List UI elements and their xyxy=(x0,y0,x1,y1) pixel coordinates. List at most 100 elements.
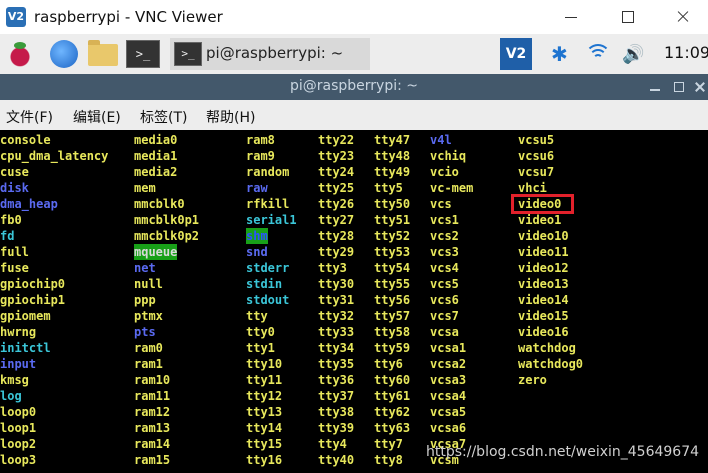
terminal-maximize-button[interactable] xyxy=(672,80,686,94)
device-entry: tty0 xyxy=(246,325,275,339)
device-entry: tty15 xyxy=(246,437,283,451)
device-entry: console xyxy=(0,133,51,147)
device-entry: tty33 xyxy=(318,325,355,339)
device-entry: tty4 xyxy=(318,437,347,451)
device-entry: video11 xyxy=(518,245,569,259)
vnc-logo-icon: V2 xyxy=(6,7,26,27)
device-entry: vc-mem xyxy=(430,181,474,195)
device-entry: fd xyxy=(0,229,15,243)
device-entry: vchiq xyxy=(430,149,467,163)
device-entry: vcs6 xyxy=(430,293,459,307)
device-entry: mmcblk0p2 xyxy=(134,229,200,243)
file-manager-icon[interactable] xyxy=(88,40,118,66)
clock[interactable]: 11:09 xyxy=(664,43,708,62)
device-entry: tty62 xyxy=(374,405,411,419)
device-entry: tty36 xyxy=(318,373,355,387)
device-entry: dma_heap xyxy=(0,197,58,211)
device-entry: tty58 xyxy=(374,325,411,339)
terminal-minimize-button[interactable] xyxy=(648,80,662,94)
device-entry: tty57 xyxy=(374,309,411,323)
terminal-menubar: 文件(F) 编辑(E) 标签(T) 帮助(H) xyxy=(0,100,708,130)
device-entry: raw xyxy=(246,181,268,195)
device-entry: mqueue xyxy=(134,244,178,260)
device-entry: tty27 xyxy=(318,213,355,227)
device-entry: ram11 xyxy=(134,389,171,403)
device-entry: mmcblk0 xyxy=(134,197,185,211)
device-entry: shm xyxy=(246,228,268,244)
device-entry: ram1 xyxy=(134,357,163,371)
device-entry: mmcblk0p1 xyxy=(134,213,200,227)
vnc-window-titlebar: V2 raspberrypi - VNC Viewer xyxy=(0,0,708,34)
menu-help[interactable]: 帮助(H) xyxy=(206,107,255,127)
device-entry: tty1 xyxy=(246,341,275,355)
device-entry: vcsa3 xyxy=(430,373,467,387)
device-entry: media0 xyxy=(134,133,178,147)
device-entry: ram14 xyxy=(134,437,171,451)
device-entry: tty xyxy=(246,309,268,323)
device-entry: tty8 xyxy=(374,453,403,467)
device-entry: tty28 xyxy=(318,229,355,243)
terminal-close-button[interactable] xyxy=(694,80,708,94)
device-entry: vcs4 xyxy=(430,261,459,275)
device-entry: mem xyxy=(134,181,156,195)
maximize-button[interactable] xyxy=(604,0,650,34)
device-entry: loop2 xyxy=(0,437,37,451)
device-entry: tty7 xyxy=(374,437,403,451)
device-entry: tty3 xyxy=(318,261,347,275)
device-entry: media2 xyxy=(134,165,178,179)
device-entry: tty54 xyxy=(374,261,411,275)
menu-file[interactable]: 文件(F) xyxy=(6,107,53,127)
device-entry: vcs3 xyxy=(430,245,459,259)
minimize-button[interactable] xyxy=(548,0,594,34)
device-entry: tty53 xyxy=(374,245,411,259)
device-entry: ram0 xyxy=(134,341,163,355)
window-title: raspberrypi - VNC Viewer xyxy=(34,8,223,26)
device-entry: media1 xyxy=(134,149,178,163)
device-entry: tty31 xyxy=(318,293,355,307)
device-entry: vcsa6 xyxy=(430,421,467,435)
device-entry: tty63 xyxy=(374,421,411,435)
device-entry: stderr xyxy=(246,261,290,275)
device-entry: fb0 xyxy=(0,213,22,227)
device-entry: rfkill xyxy=(246,197,290,211)
device-entry: tty35 xyxy=(318,357,355,371)
device-entry: initctl xyxy=(0,341,51,355)
device-entry: vcsa2 xyxy=(430,357,467,371)
device-entry: tty48 xyxy=(374,149,411,163)
raspberry-menu-icon[interactable] xyxy=(6,40,34,68)
device-entry: vcsu6 xyxy=(518,149,555,163)
device-entry: stdout xyxy=(246,293,290,307)
vnc-tray-icon[interactable]: V2 xyxy=(500,38,532,70)
device-entry: v4l xyxy=(430,133,452,147)
device-entry: tty22 xyxy=(318,133,355,147)
device-entry: vcs5 xyxy=(430,277,459,291)
device-entry: tty5 xyxy=(374,181,403,195)
wifi-icon[interactable] xyxy=(585,44,611,64)
bluetooth-icon[interactable]: ✱ xyxy=(551,42,568,66)
terminal-launcher-icon[interactable]: >_ xyxy=(126,40,160,68)
device-entry: vcs1 xyxy=(430,213,459,227)
device-entry: watchdog0 xyxy=(518,357,584,371)
menu-edit[interactable]: 编辑(E) xyxy=(73,107,121,127)
device-entry: ppp xyxy=(134,293,156,307)
terminal-titlebar: pi@raspberrypi: ~ xyxy=(0,74,708,100)
volume-icon[interactable]: 🔊 xyxy=(622,44,644,65)
device-entry: tty47 xyxy=(374,133,411,147)
device-entry: loop3 xyxy=(0,453,37,467)
device-entry: tty30 xyxy=(318,277,355,291)
taskbar-terminal-button[interactable]: >_ pi@raspberrypi: ~ xyxy=(170,38,370,70)
terminal-output[interactable]: zero watchdog0 watchdog video16 video15 video… xyxy=(0,130,708,473)
device-entry: watchdog xyxy=(518,341,576,355)
browser-icon[interactable] xyxy=(50,40,78,68)
device-entry: fuse xyxy=(0,261,29,275)
device-entry: tty12 xyxy=(246,389,283,403)
close-button[interactable] xyxy=(660,0,706,34)
device-entry: tty34 xyxy=(318,341,355,355)
device-entry: gpiochip1 xyxy=(0,293,66,307)
menu-tabs[interactable]: 标签(T) xyxy=(140,107,187,127)
device-entry: ram8 xyxy=(246,133,275,147)
device-entry: tty10 xyxy=(246,357,283,371)
device-entry: video12 xyxy=(518,261,569,275)
device-entry: snd xyxy=(246,245,268,259)
device-entry: vcs7 xyxy=(430,309,459,323)
